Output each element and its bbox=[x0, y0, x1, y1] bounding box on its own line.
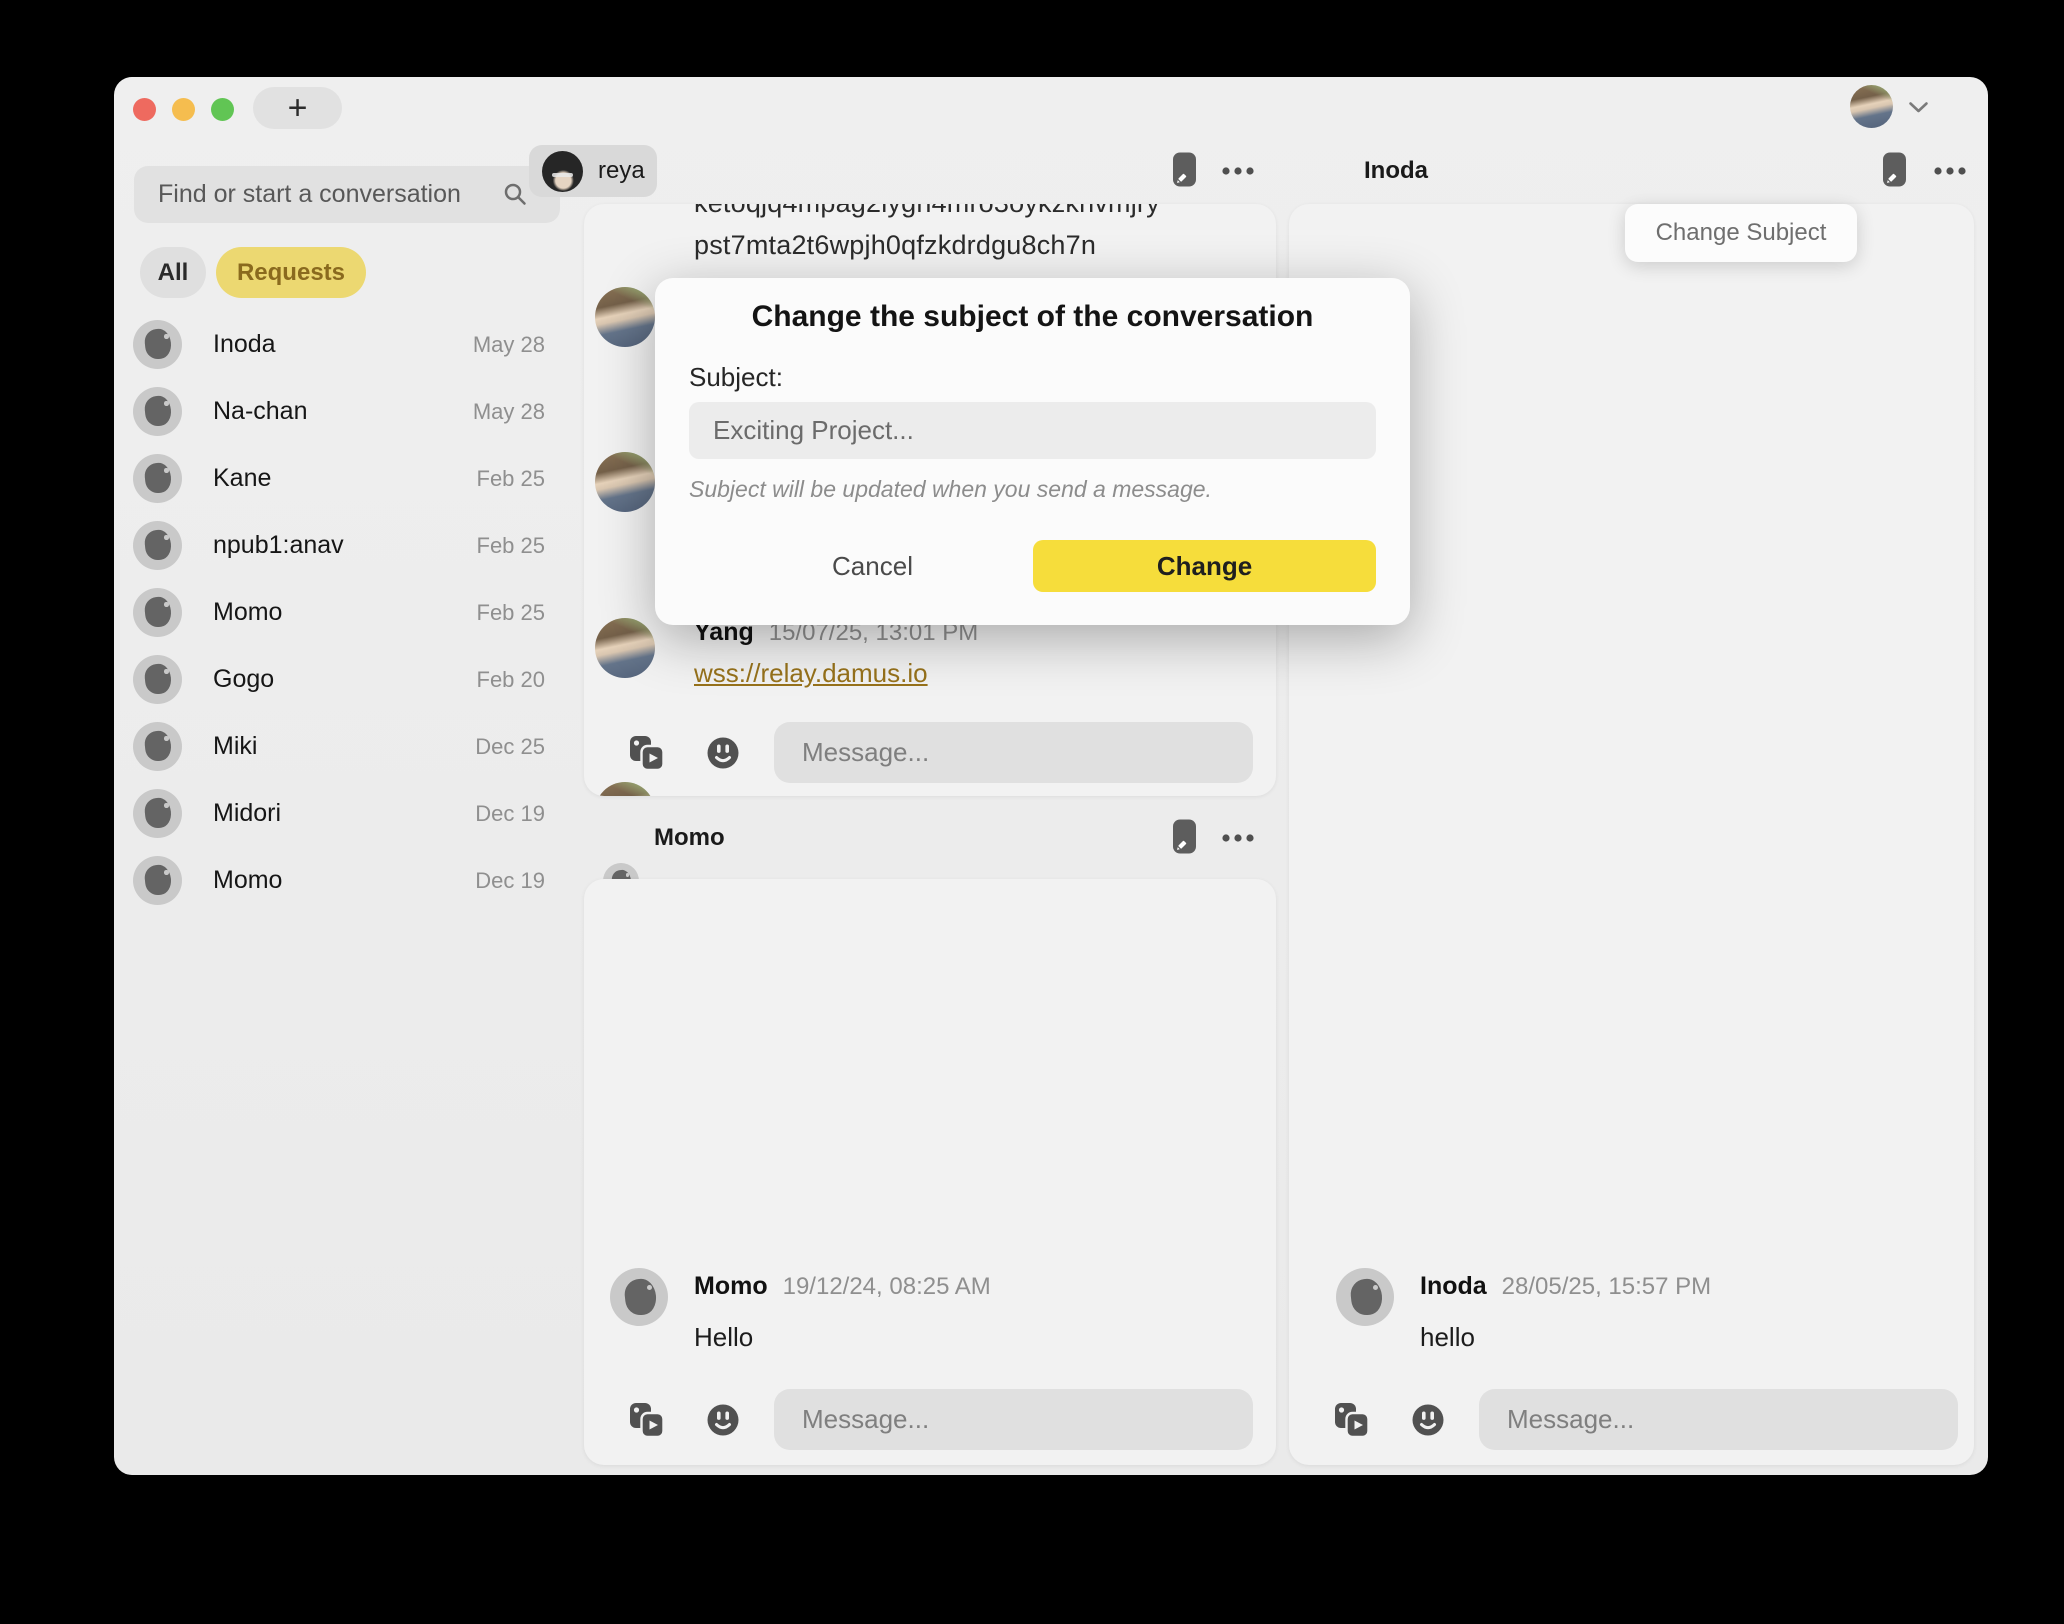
contact-avatar bbox=[133, 789, 182, 838]
message-author: Inoda bbox=[1420, 1272, 1487, 1301]
more-options-icon[interactable] bbox=[1221, 166, 1255, 176]
conversation-row[interactable]: Momo Feb 25 bbox=[133, 579, 545, 646]
conversation-date: Feb 25 bbox=[477, 600, 546, 626]
conversation-row[interactable]: Kane Feb 25 bbox=[133, 445, 545, 512]
message-avatar bbox=[595, 782, 655, 796]
chat-title: Inoda bbox=[1364, 157, 1428, 185]
conversation-row[interactable]: npub1:anav Feb 25 bbox=[133, 512, 545, 579]
change-subject-icon[interactable] bbox=[1170, 151, 1200, 191]
message-avatar bbox=[610, 1268, 668, 1326]
conversation-date: Feb 25 bbox=[477, 466, 546, 492]
contact-name: Kane bbox=[213, 464, 477, 493]
chat-panel-momo: Momo 19/12/24, 08:25 AM Hello bbox=[584, 879, 1276, 1465]
message-avatar bbox=[1336, 1268, 1394, 1326]
attach-media-icon[interactable] bbox=[1334, 1402, 1370, 1438]
contact-name: Inoda bbox=[213, 330, 473, 359]
zoom-window-button[interactable] bbox=[211, 98, 234, 121]
contact-avatar bbox=[133, 521, 182, 570]
attach-media-icon[interactable] bbox=[629, 735, 665, 771]
conversation-date: May 28 bbox=[473, 332, 545, 358]
screenshot-root: { "titlebar": { "new_chat_label": "+" },… bbox=[0, 0, 2064, 1624]
message-avatar bbox=[595, 287, 655, 347]
conversation-row[interactable]: Na-chan May 28 bbox=[133, 378, 545, 445]
contact-avatar bbox=[133, 387, 182, 436]
contact-avatar bbox=[133, 856, 182, 905]
app-window: + All Requests Inoda May 28 Na-chan May … bbox=[114, 77, 1988, 1475]
npub-text: pst7mta2t6wpjh0qfzkdrdgu8ch7n bbox=[694, 230, 1096, 261]
contact-name: Gogo bbox=[213, 665, 477, 694]
message-avatar bbox=[595, 618, 655, 678]
contact-name: npub1:anav bbox=[213, 531, 477, 560]
contact-avatar bbox=[133, 454, 182, 503]
search-input[interactable] bbox=[134, 166, 560, 223]
contact-avatar bbox=[133, 722, 182, 771]
message-header: Momo 19/12/24, 08:25 AM bbox=[694, 1272, 991, 1301]
reya-avatar bbox=[542, 151, 583, 192]
chat-header-reya[interactable]: reya bbox=[529, 145, 657, 197]
message-time: 19/12/24, 08:25 AM bbox=[783, 1273, 991, 1301]
chat-title: Momo bbox=[654, 824, 725, 852]
subject-input[interactable] bbox=[689, 402, 1376, 459]
contact-avatar bbox=[133, 320, 182, 369]
message-time: 28/05/25, 15:57 PM bbox=[1502, 1273, 1711, 1301]
conversation-date: May 28 bbox=[473, 399, 545, 425]
contact-name: Midori bbox=[213, 799, 475, 828]
message-header: Inoda 28/05/25, 15:57 PM bbox=[1420, 1272, 1711, 1301]
attach-media-icon[interactable] bbox=[629, 1402, 665, 1438]
conversation-date: Feb 20 bbox=[477, 667, 546, 693]
conversation-row[interactable]: Gogo Feb 20 bbox=[133, 646, 545, 713]
contact-name: Na-chan bbox=[213, 397, 473, 426]
cancel-button[interactable]: Cancel bbox=[785, 540, 960, 592]
conversation-row[interactable]: Momo Dec 19 bbox=[133, 847, 545, 914]
emoji-icon[interactable] bbox=[705, 735, 741, 771]
change-subject-icon[interactable] bbox=[1880, 151, 1910, 191]
conversation-date: Dec 19 bbox=[475, 868, 545, 894]
subject-note: Subject will be updated when you send a … bbox=[689, 476, 1212, 503]
more-options-icon[interactable] bbox=[1933, 166, 1967, 176]
message-text: Hello bbox=[694, 1322, 753, 1353]
more-options-icon[interactable] bbox=[1221, 833, 1255, 843]
emoji-icon[interactable] bbox=[1410, 1402, 1446, 1438]
close-window-button[interactable] bbox=[133, 98, 156, 121]
message-text: hello bbox=[1420, 1322, 1475, 1353]
filter-all-button[interactable]: All bbox=[140, 247, 206, 298]
change-button[interactable]: Change bbox=[1033, 540, 1376, 592]
account-avatar[interactable] bbox=[1850, 85, 1893, 128]
relay-link[interactable]: wss://relay.damus.io bbox=[694, 658, 928, 689]
npub-text-clipped: ketoqjq4mpag2lygh4mro3oykzkhvmjry bbox=[694, 204, 1160, 219]
contact-name: Momo bbox=[213, 866, 475, 895]
conversation-date: Dec 25 bbox=[475, 734, 545, 760]
conversation-row[interactable]: Inoda May 28 bbox=[133, 311, 545, 378]
emoji-icon[interactable] bbox=[705, 1402, 741, 1438]
contact-name: Miki bbox=[213, 732, 475, 761]
change-subject-tooltip: Change Subject bbox=[1625, 204, 1857, 262]
contact-name: Momo bbox=[213, 598, 477, 627]
contact-avatar bbox=[133, 588, 182, 637]
filter-requests-button[interactable]: Requests bbox=[216, 247, 366, 298]
conversation-date: Dec 19 bbox=[475, 801, 545, 827]
message-avatar bbox=[595, 452, 655, 512]
minimize-window-button[interactable] bbox=[172, 98, 195, 121]
chevron-down-icon[interactable] bbox=[1908, 101, 1929, 114]
message-input[interactable] bbox=[774, 722, 1253, 783]
dialog-title: Change the subject of the conversation bbox=[655, 300, 1410, 334]
change-subject-icon[interactable] bbox=[1170, 818, 1200, 858]
conversation-row[interactable]: Miki Dec 25 bbox=[133, 713, 545, 780]
new-column-button[interactable]: + bbox=[253, 87, 342, 129]
message-input[interactable] bbox=[774, 1389, 1253, 1450]
message-author: Momo bbox=[694, 1272, 768, 1301]
contact-avatar bbox=[133, 655, 182, 704]
message-input[interactable] bbox=[1479, 1389, 1958, 1450]
conversation-row[interactable]: Midori Dec 19 bbox=[133, 780, 545, 847]
subject-label: Subject: bbox=[689, 362, 783, 393]
change-subject-dialog: Change the subject of the conversation S… bbox=[655, 278, 1410, 625]
conversation-date: Feb 25 bbox=[477, 533, 546, 559]
chat-title: reya bbox=[598, 157, 645, 185]
